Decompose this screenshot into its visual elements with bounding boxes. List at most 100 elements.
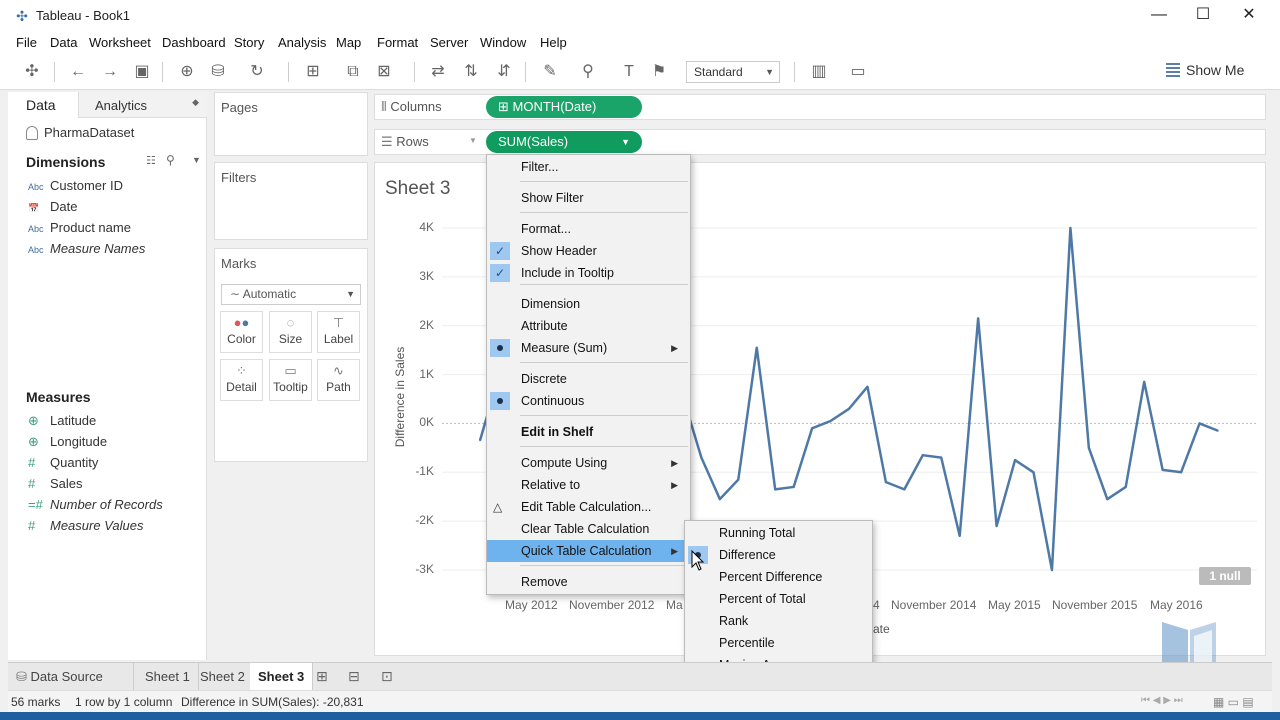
menu-item-show-filter[interactable]: Show Filter [487, 187, 690, 209]
menu-analysis[interactable]: Analysis [278, 35, 326, 50]
data-source-tab[interactable]: ⛁ Data Source [8, 663, 134, 690]
duplicate-sheet-icon[interactable]: ⧉ [342, 62, 364, 82]
show-cards-icon[interactable]: ▥ [808, 62, 830, 82]
tableau-home-icon[interactable]: ✣ [21, 62, 43, 82]
label-mark-button[interactable]: ⊤ Label [317, 311, 360, 353]
submenu-item-difference[interactable]: Difference [685, 544, 872, 566]
mark-type-select[interactable]: ∼ Automatic ▼ [221, 284, 361, 305]
menu-item-remove[interactable]: Remove [487, 571, 690, 593]
detail-mark-button[interactable]: ⁘ Detail [220, 359, 263, 401]
redo-icon[interactable]: → [99, 62, 121, 82]
menu-help[interactable]: Help [540, 35, 567, 50]
dimension-field[interactable]: 📅 Date [28, 199, 77, 214]
submenu-item-percent-difference[interactable]: Percent Difference [685, 566, 872, 588]
save-icon[interactable]: ▣ [131, 62, 153, 82]
tab-sheet-2[interactable]: Sheet 2 [192, 663, 254, 690]
menu-data[interactable]: Data [50, 35, 77, 50]
close-button[interactable]: ✕ [1226, 0, 1272, 32]
new-worksheet-icon[interactable]: ⊞ [316, 668, 328, 685]
plus-icon: ⊞ [498, 99, 509, 114]
month-date-pill[interactable]: ⊞ MONTH(Date) [486, 96, 642, 118]
path-mark-button[interactable]: ∿ Path [317, 359, 360, 401]
new-data-source-icon[interactable]: ⊕ [176, 62, 198, 82]
new-story-icon[interactable]: ⊡ [381, 668, 393, 685]
new-dashboard-icon[interactable]: ⊟ [348, 668, 360, 685]
menu-dashboard[interactable]: Dashboard [162, 35, 226, 50]
maximize-button[interactable]: ☐ [1180, 0, 1226, 32]
null-indicator-badge[interactable]: 1 null [1199, 567, 1251, 585]
measure-field[interactable]: ⊕ Longitude [28, 434, 107, 450]
minimize-button[interactable]: — [1136, 0, 1182, 32]
tooltip-mark-button[interactable]: ▭ Tooltip [269, 359, 312, 401]
color-mark-button[interactable]: ●● Color [220, 311, 263, 353]
menu-worksheet[interactable]: Worksheet [89, 35, 151, 50]
view-mode-icons[interactable]: ▦ ▭ ▤ [1213, 695, 1254, 709]
measure-field[interactable]: # Sales [28, 476, 83, 491]
search-icon[interactable]: ⚲ [166, 153, 175, 167]
swap-icon[interactable]: ⇄ [427, 62, 449, 82]
undo-icon[interactable]: ← [67, 62, 89, 82]
sheet-navigation-icons[interactable]: ⏮ ◀ ▶ ⏭ [1141, 695, 1183, 706]
clear-sheet-icon[interactable]: ⊠ [373, 62, 395, 82]
measure-field[interactable]: =# Number of Records [28, 497, 163, 512]
measure-field[interactable]: # Quantity [28, 455, 98, 470]
sort-ascending-icon[interactable]: ⇅ [460, 62, 482, 82]
menu-item-relative-to[interactable]: Relative to ▶ [487, 474, 690, 496]
show-me-button[interactable]: Show Me [1166, 62, 1244, 78]
chevron-down-icon[interactable]: ▼ [469, 136, 477, 145]
dimension-field[interactable]: Abc Product name [28, 220, 131, 235]
menu-story[interactable]: Story [234, 35, 264, 50]
submenu-item-running-total[interactable]: Running Total [685, 522, 872, 544]
submenu-item-rank[interactable]: Rank [685, 610, 872, 632]
view-options-icon[interactable]: ☷ [146, 154, 156, 167]
menu-file[interactable]: File [16, 35, 37, 50]
menu-map[interactable]: Map [336, 35, 361, 50]
menu-window[interactable]: Window [480, 35, 526, 50]
menu-item-attribute[interactable]: Attribute [487, 315, 690, 337]
menu-item-continuous[interactable]: Continuous [487, 390, 690, 412]
menu-item-format[interactable]: Format... [487, 218, 690, 240]
menu-item-filter[interactable]: Filter... [487, 156, 690, 178]
show-mark-labels-icon[interactable]: T [618, 62, 640, 82]
size-mark-button[interactable]: ◌ Size [269, 311, 312, 353]
menu-item-include-in-tooltip[interactable]: ✓ Include in Tooltip [487, 262, 690, 284]
tab-sheet-3[interactable]: Sheet 3 [250, 663, 314, 690]
menu-format[interactable]: Format [377, 35, 418, 50]
presentation-mode-icon[interactable]: ▭ [847, 62, 869, 82]
menu-item-clear-table-calculation[interactable]: Clear Table Calculation [487, 518, 690, 540]
menu-item-discrete[interactable]: Discrete [487, 368, 690, 390]
highlight-icon[interactable]: ✎ [539, 62, 561, 82]
chevron-down-icon[interactable]: ▼ [192, 155, 201, 165]
fix-axes-icon[interactable]: ⚑ [648, 62, 670, 82]
mark-button-label: Label [323, 332, 354, 346]
refresh-icon[interactable]: ↻ [246, 62, 268, 82]
tab-sheet-1[interactable]: Sheet 1 [137, 663, 199, 690]
dimension-field[interactable]: Abc Measure Names [28, 241, 145, 256]
mark-button-label: Detail [226, 380, 257, 394]
menu-server[interactable]: Server [430, 35, 468, 50]
measure-field[interactable]: # Measure Values [28, 518, 143, 533]
menu-item-dimension[interactable]: Dimension [487, 293, 690, 315]
sort-descending-icon[interactable]: ⇵ [493, 62, 515, 82]
data-source-item[interactable]: PharmaDataset [26, 125, 134, 140]
tab-analytics[interactable]: Analytics ◆ [78, 92, 207, 118]
check-icon: ✓ [490, 242, 510, 260]
menu-item-edit-table-calculation[interactable]: △ Edit Table Calculation... [487, 496, 690, 518]
pause-updates-icon[interactable]: ⛁ [207, 62, 229, 82]
menu-item-show-header[interactable]: ✓ Show Header [487, 240, 690, 262]
new-worksheet-icon[interactable]: ⊞ [302, 62, 324, 82]
menu-item-measure-sum[interactable]: Measure (Sum) ▶ [487, 337, 690, 359]
menu-item-label: Clear Table Calculation [521, 522, 650, 536]
menu-item-quick-table-calculation[interactable]: Quick Table Calculation ▶ [487, 540, 690, 562]
fit-select[interactable]: Standard ▼ [686, 61, 780, 83]
submenu-item-percent-of-total[interactable]: Percent of Total [685, 588, 872, 610]
group-members-icon[interactable]: ⚲ [577, 62, 599, 82]
string-type-icon: Abc [28, 245, 44, 255]
sum-sales-pill[interactable]: SUM(Sales) ▼ [486, 131, 642, 153]
tab-data[interactable]: Data [8, 92, 78, 118]
dimension-field[interactable]: Abc Customer ID [28, 178, 123, 193]
menu-item-edit-in-shelf[interactable]: Edit in Shelf [487, 421, 690, 443]
menu-item-compute-using[interactable]: Compute Using ▶ [487, 452, 690, 474]
measure-field[interactable]: ⊕ Latitude [28, 413, 96, 429]
submenu-item-percentile[interactable]: Percentile [685, 632, 872, 654]
